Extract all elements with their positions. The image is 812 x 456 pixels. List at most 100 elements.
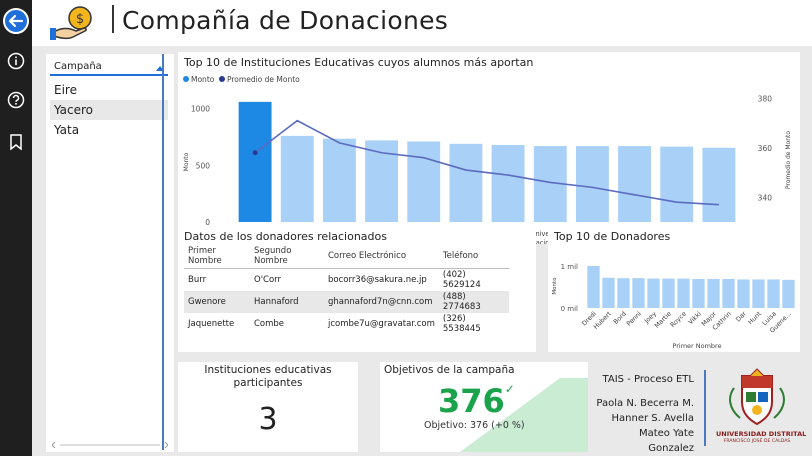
legend-label: Promedio de Monto <box>227 75 300 84</box>
university-subname: FRANCISCO JOSÉ DE CALDAS <box>723 439 791 444</box>
back-button[interactable] <box>3 8 29 34</box>
y2-tick-label: 360 <box>758 144 773 153</box>
bar <box>238 101 272 222</box>
column-header[interactable]: Primer Nombre <box>184 244 250 269</box>
donors-title: Datos de los donadores relacionados <box>184 230 387 243</box>
cell: Hannaford <box>250 291 324 313</box>
y2-axis-title: Promedio de Monto <box>785 131 792 190</box>
bar <box>632 278 645 308</box>
top-institutions-chart: Top 10 de Instituciones Educativas cuyos… <box>178 52 800 244</box>
bar <box>618 146 652 222</box>
footer-divider <box>704 370 706 446</box>
bar <box>602 277 615 308</box>
bar <box>322 138 356 222</box>
kpi-value: 376✓ <box>438 382 515 420</box>
y2-tick-label: 340 <box>758 193 773 202</box>
cell: Jaquenette <box>188 319 235 329</box>
crest-logo-icon <box>729 368 785 426</box>
top-donors-chart: Top 10 de Donadores 1 mil 0 mil Monto Dredi… <box>548 226 800 352</box>
institutions-kpi-card: Instituciones educativas participantes 3 <box>178 362 358 452</box>
credits-author: Mateo Yate Gonzalez <box>638 428 694 454</box>
kpi-label: Instituciones educativas participantes <box>204 364 332 389</box>
goal-kpi-card: Objetivos de la campaña 376✓ Objetivo: 3… <box>380 362 588 452</box>
donors-bar-chart: 1 mil0 milMontoDrediHubertBordPenni JoeyM… <box>552 263 795 350</box>
university-crest: UNIVERSIDAD DISTRITAL FRANCISCO JOSÉ DE … <box>716 368 807 448</box>
x-tick-label: Hunt <box>746 309 763 326</box>
page-title: Compañía de Donaciones <box>112 5 448 36</box>
table-row[interactable]: Burr O'Corr bocorr36@sakura.ne.jp (402) 562… <box>184 269 509 292</box>
y-tick-label: 1000 <box>191 105 210 114</box>
bar <box>752 279 765 308</box>
cell: (488) 2774683 <box>438 291 509 313</box>
bar <box>660 146 694 222</box>
x-tick-label: Martie <box>653 310 673 330</box>
y-tick-label: 0 mil <box>561 305 578 313</box>
cell: Combe <box>254 319 285 329</box>
kpi-label: Objetivos de la campaña <box>384 364 515 376</box>
legend-dot-promedio <box>219 76 225 82</box>
column-header[interactable]: Teléfono <box>438 244 509 269</box>
cell: O'Corr <box>254 275 282 285</box>
column-header[interactable]: Correo Electrónico <box>324 244 439 269</box>
credits-course: TAIS - Proceso ETL <box>602 374 694 385</box>
cell: Gwenore <box>184 291 250 313</box>
kpi-target: Objetivo: 376 (+0 %) <box>424 420 525 431</box>
university-name: UNIVERSIDAD DISTRITAL <box>716 430 807 438</box>
bar <box>707 279 720 308</box>
bar <box>662 278 675 308</box>
credits: TAIS - Proceso ETL Paola N. Becerra M. H… <box>594 372 694 456</box>
line-point <box>252 150 258 156</box>
campaign-slicer: Campaña Eire Yacero Yata <box>46 54 174 452</box>
donors-table: Primer Nombre Segundo Nombre Correo Elec… <box>184 244 509 335</box>
y-axis-title: Monto <box>552 277 558 295</box>
bar <box>280 135 314 222</box>
divider-line <box>162 54 164 450</box>
bar <box>647 278 660 308</box>
help-icon[interactable] <box>7 91 25 109</box>
x-tick-label: Royce <box>669 310 688 329</box>
bar <box>767 279 780 308</box>
legend-label: Monto <box>191 75 215 84</box>
bookmark-icon[interactable] <box>7 133 25 151</box>
donation-hand-icon: $ <box>50 6 92 40</box>
y-tick-label: 500 <box>196 161 211 170</box>
y-tick-label: 1 mil <box>561 263 578 271</box>
svg-text:$: $ <box>76 12 84 27</box>
cell: Burr <box>188 275 207 285</box>
bar <box>677 278 690 308</box>
cell: (326) 5538445 <box>442 314 481 334</box>
bar <box>782 279 795 308</box>
bar <box>449 143 483 222</box>
bar <box>702 147 736 222</box>
bar <box>491 144 525 222</box>
bar <box>617 278 630 308</box>
cell: jcombe7u@gravatar.com <box>328 319 435 329</box>
legend-dot-monto <box>183 76 189 82</box>
left-nav-rail <box>0 0 32 456</box>
report-header: $ Compañía de Donaciones <box>32 0 812 46</box>
cell: (402) 5629124 <box>442 270 481 290</box>
x-tick-label: Penni <box>625 310 643 328</box>
table-row[interactable]: Jaquenette Combe jcombe7u@gravatar.com (326… <box>184 313 509 335</box>
cell: ghannaford7n@cnn.com <box>324 291 439 313</box>
slicer-item-eire[interactable]: Eire <box>50 80 168 100</box>
bar <box>587 266 600 308</box>
bar <box>737 279 750 308</box>
institutions-combo-chart: Monto Promedio de Monto05001000340360380M… <box>183 75 792 244</box>
bar <box>407 141 441 222</box>
table-row[interactable]: Gwenore Hannaford ghannaford7n@cnn.com (488… <box>184 291 509 313</box>
info-icon[interactable] <box>7 52 25 70</box>
arrow-left-icon <box>8 14 24 28</box>
horizontal-scrollbar[interactable] <box>52 442 168 448</box>
bar <box>575 146 609 222</box>
slicer-header[interactable]: Campaña <box>50 58 168 76</box>
bar <box>692 279 705 308</box>
kpi-value: 3 <box>258 402 278 437</box>
credits-author: Hanner S. Avella <box>611 413 694 424</box>
donors-table-panel: Datos de los donadores relacionados Prim… <box>178 226 536 352</box>
slicer-item-yacero[interactable]: Yacero <box>50 100 168 120</box>
column-header[interactable]: Segundo Nombre <box>250 244 324 269</box>
checkmark-icon: ✓ <box>504 382 515 396</box>
slicer-item-yata[interactable]: Yata <box>50 120 168 140</box>
cell: bocorr36@sakura.ne.jp <box>328 275 427 285</box>
